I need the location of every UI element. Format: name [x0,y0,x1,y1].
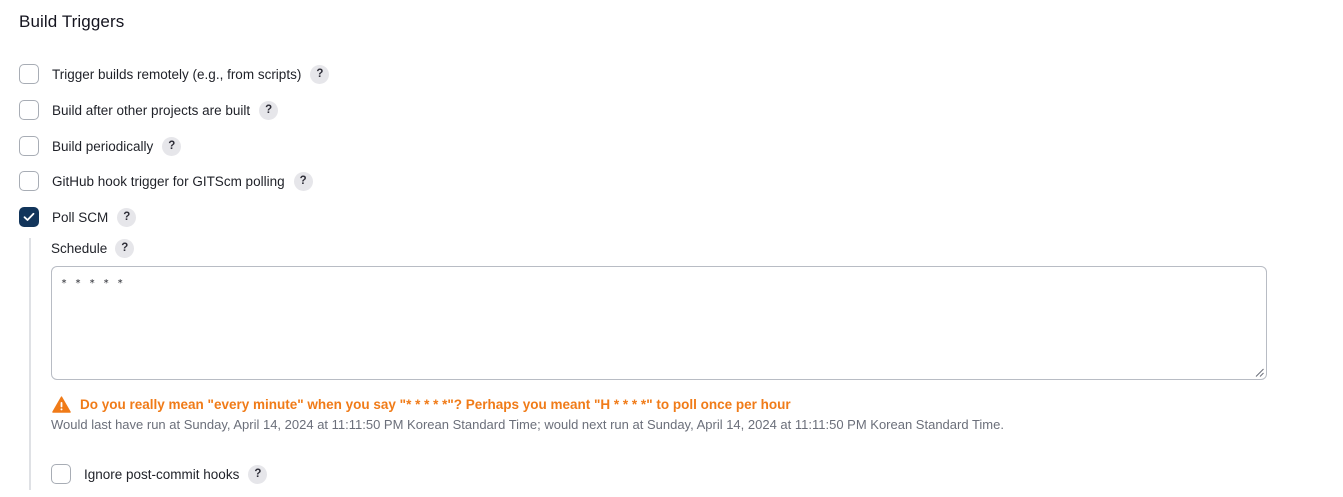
github-hook-help-icon[interactable]: ? [293,171,313,191]
ignore-hooks-help-icon[interactable]: ? [248,464,268,484]
schedule-run-info: Would last have run at Sunday, April 14,… [51,417,1004,432]
warning-triangle-icon [52,395,71,413]
section-title: Build Triggers [19,12,125,31]
schedule-help-icon[interactable]: ? [115,238,135,258]
build-periodically-label[interactable]: Build periodically [52,139,153,154]
poll-scm-help-icon[interactable]: ? [117,207,137,227]
build-periodically-help-icon[interactable]: ? [162,136,182,156]
trigger-remote-help-icon[interactable]: ? [310,64,330,84]
ignore-hooks-label[interactable]: Ignore post-commit hooks [84,467,239,482]
ignore-hooks-checkbox[interactable] [51,464,71,484]
poll-scm-nested-divider [29,238,31,490]
build-periodically-row: Build periodically ? [19,135,182,157]
github-hook-label[interactable]: GitHub hook trigger for GITScm polling [52,174,285,189]
github-hook-row: GitHub hook trigger for GITScm polling ? [19,170,313,192]
trigger-remote-label[interactable]: Trigger builds remotely (e.g., from scri… [52,67,301,82]
schedule-value: * * * * * [61,278,125,289]
check-icon [23,212,35,221]
trigger-remote-checkbox[interactable] [19,64,39,84]
schedule-label-row: Schedule ? [51,237,135,259]
schedule-warning: Do you really mean "every minute" when y… [52,395,791,413]
schedule-warning-text: Do you really mean "every minute" when y… [80,396,791,412]
build-after-help-icon[interactable]: ? [259,100,279,120]
poll-scm-row: Poll SCM ? [19,206,137,228]
poll-scm-label[interactable]: Poll SCM [52,210,108,225]
build-after-checkbox[interactable] [19,100,39,120]
github-hook-checkbox[interactable] [19,171,39,191]
ignore-hooks-row: Ignore post-commit hooks ? [51,463,268,485]
poll-scm-checkbox[interactable] [19,207,39,227]
build-after-label[interactable]: Build after other projects are built [52,103,250,118]
trigger-remote-row: Trigger builds remotely (e.g., from scri… [19,63,330,85]
build-periodically-checkbox[interactable] [19,136,39,156]
schedule-label: Schedule [51,240,108,256]
schedule-textarea[interactable]: * * * * * [51,266,1267,380]
build-after-row: Build after other projects are built ? [19,99,279,121]
resize-grip-icon[interactable] [1255,368,1264,377]
